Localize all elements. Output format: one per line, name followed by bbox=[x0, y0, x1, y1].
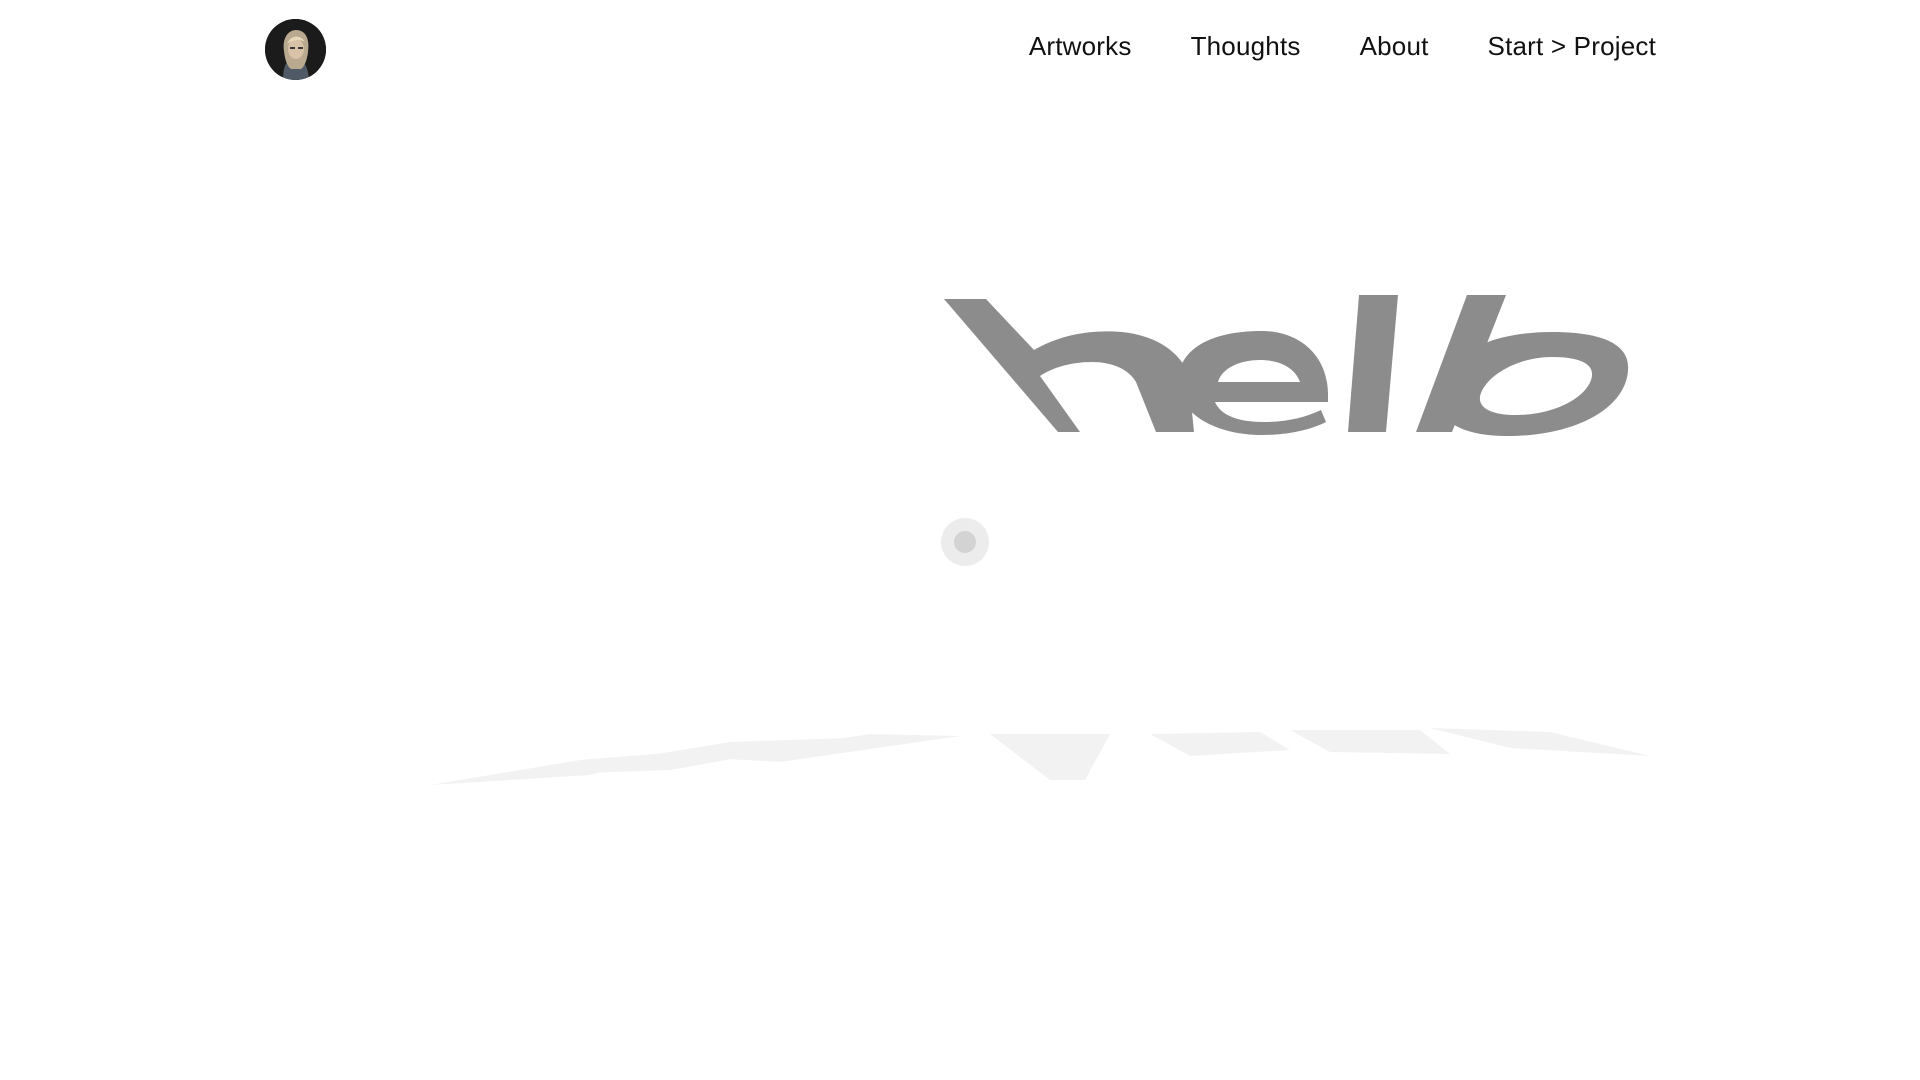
cursor-dot-icon bbox=[941, 518, 989, 566]
nav-thoughts-link[interactable]: Thoughts bbox=[1191, 28, 1301, 64]
nav-start-project-link[interactable]: Start > Project bbox=[1488, 28, 1656, 64]
reflection-segment bbox=[990, 734, 1110, 780]
letter-l-1 bbox=[1348, 295, 1398, 432]
hero-reflection bbox=[430, 728, 1650, 785]
main-nav: Artworks Thoughts About Start > Project bbox=[1029, 28, 1656, 64]
letter-h bbox=[944, 299, 1194, 432]
reflection-segment bbox=[1290, 730, 1450, 754]
cursor-dot-inner bbox=[954, 531, 976, 553]
page: Artworks Thoughts About Start > Project bbox=[0, 0, 1920, 1080]
avatar[interactable] bbox=[265, 19, 326, 80]
reflection-segment bbox=[1430, 728, 1650, 756]
letter-e bbox=[1178, 331, 1328, 435]
hero-letters bbox=[944, 295, 1629, 436]
nav-artworks-link[interactable]: Artworks bbox=[1029, 28, 1132, 64]
nav-about-link[interactable]: About bbox=[1360, 28, 1429, 64]
reflection-segment bbox=[1150, 732, 1290, 756]
hero-hello-wordmark bbox=[944, 295, 1629, 436]
portrait-avatar-icon bbox=[265, 19, 326, 80]
